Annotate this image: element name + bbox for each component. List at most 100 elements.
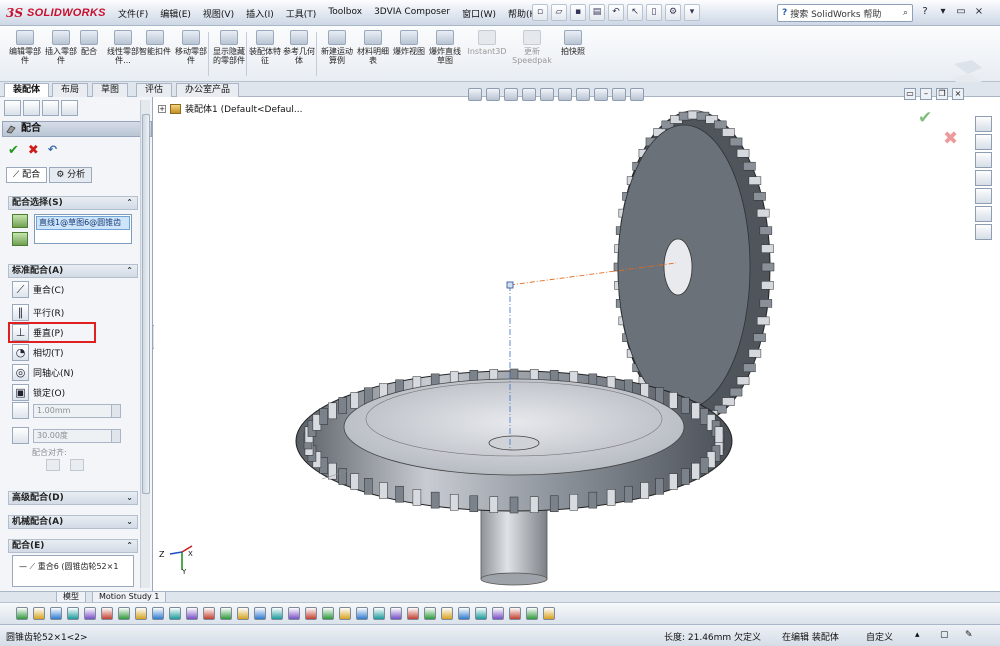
open-folder-icon[interactable]: ▱ [551,4,567,21]
undo-icon[interactable]: ↶ [48,143,57,158]
options-icon[interactable]: ⚙ [665,4,681,21]
explode-line-sketch-button[interactable]: 爆炸直线草图 [426,30,464,65]
toolbar-button-icon[interactable] [356,607,368,620]
panel-scrollbar[interactable] [140,100,150,588]
instant3d-button[interactable]: Instant3D [464,30,510,56]
close-icon[interactable]: × [972,5,986,19]
toolbar-button-icon[interactable] [203,607,215,620]
menu-window[interactable]: 窗口(W) [456,7,502,20]
select-icon[interactable]: ↖ [627,4,643,21]
appearance-tab-icon[interactable] [61,100,78,116]
home-icon[interactable] [975,134,992,150]
apply-scene-icon[interactable] [612,88,626,101]
undo-icon[interactable]: ↶ [608,4,624,21]
advanced-mates-group[interactable]: 高级配合(D) ⌄ [8,491,138,505]
save-icon[interactable]: ▪ [570,4,586,21]
toolbar-button-icon[interactable] [169,607,181,620]
standard-mates-group[interactable]: 标准配合(A) ⌃ [8,264,138,278]
toolbar-button-icon[interactable] [67,607,79,620]
confirm-corner-ok-icon[interactable]: ✔ [918,108,932,128]
customize-icon[interactable]: ▾ [684,4,700,21]
restore-icon[interactable]: ▭ [954,5,968,19]
distance-icon[interactable] [12,402,29,419]
section-view-icon[interactable] [522,88,536,101]
lock-mate-option[interactable]: ▣ 锁定(O) [12,384,65,401]
rebuild-icon[interactable]: ▯ [646,4,662,21]
mate-button[interactable]: 配合 [72,30,106,56]
tab-layout[interactable]: 布局 [52,83,89,97]
confirm-corner-cancel-icon[interactable]: ✖ [943,128,958,149]
property-manager-tab-icon[interactable] [23,100,40,116]
tab-assembly[interactable]: 装配体 [4,83,50,97]
toolbar-button-icon[interactable] [305,607,317,620]
toolbar-button-icon[interactable] [390,607,402,620]
search-icon[interactable]: ⌕ [903,8,908,18]
toolbar-button-icon[interactable] [339,607,351,620]
tab-sketch[interactable]: 草图 [92,83,129,97]
expand-icon[interactable]: + [158,104,166,113]
horizontal-bevel-gear[interactable] [295,368,733,514]
show-hidden-components-button[interactable]: 显示隐藏的零部件 [210,30,248,65]
tangent-mate-option[interactable]: ◔ 相切(T) [12,344,64,361]
toolbar-button-icon[interactable] [509,607,521,620]
menu-toolbox[interactable]: Toolbox [322,7,368,20]
toolbar-button-icon[interactable] [526,607,538,620]
close-icon[interactable]: × [952,88,964,100]
coincident-mate-option[interactable]: ⟋ 重合(C) [12,281,64,298]
mates-list-group[interactable]: 配合(E) ⌃ [8,539,138,553]
exploded-view-button[interactable]: 爆炸视图 [390,30,428,56]
toolbar-button-icon[interactable] [458,607,470,620]
feature-tree-tab-icon[interactable] [4,100,21,116]
toolbar-button-icon[interactable] [237,607,249,620]
aligned-icon[interactable] [46,459,60,471]
toolbar-button-icon[interactable] [322,607,334,620]
tab-office-products[interactable]: 办公室产品 [176,83,240,97]
edit-component-button[interactable]: 编辑零部件 [6,30,44,65]
new-motion-study-button[interactable]: 新建运动算例 [318,30,356,65]
toolbar-button-icon[interactable] [271,607,283,620]
menu-file[interactable]: 文件(F) [112,7,154,20]
menu-3dvia-composer[interactable]: 3DVIA Composer [368,7,456,20]
toolbar-button-icon[interactable] [101,607,113,620]
menu-edit[interactable]: 编辑(E) [154,7,197,20]
help-search-input[interactable]: 搜索 SolidWorks 帮助 [790,7,881,20]
hide-show-items-icon[interactable] [576,88,590,101]
tab-mates[interactable]: ⟋ 配合 [6,167,48,183]
mate-selection-list[interactable]: 直线1@草图6@圆锥齿 [34,214,132,244]
angle-field[interactable]: 30.00度 [33,428,121,443]
toolbar-button-icon[interactable] [254,607,266,620]
mates-list[interactable]: — ⟋ 重合6 (圆锥齿轮52×1 [12,555,134,587]
cancel-x-icon[interactable]: ✖ [28,143,39,158]
toolbar-button-icon[interactable] [441,607,453,620]
vertical-bevel-gear[interactable] [613,110,775,424]
menu-tools[interactable]: 工具(T) [280,7,323,20]
multiple-mate-icon[interactable] [12,232,28,246]
new-document-icon[interactable]: ▫ [532,4,548,21]
display-style-icon[interactable] [558,88,572,101]
linear-pattern-button[interactable]: 线性零部件... [104,30,142,65]
tile-icon[interactable]: ▭ [904,88,916,100]
units-dropdown-icon[interactable]: ▴ [915,630,920,640]
custom-properties-icon[interactable] [975,224,992,240]
anti-aligned-icon[interactable] [70,459,84,471]
take-snapshot-button[interactable]: 拍快照 [554,30,592,56]
toolbar-button-icon[interactable] [118,607,130,620]
toolbar-button-icon[interactable] [475,607,487,620]
help-search-box[interactable]: ? 搜索 SolidWorks 帮助 ⌕ [777,4,913,22]
distance-field[interactable]: 1.00mm [33,403,121,418]
ok-checkmark-icon[interactable]: ✔ [8,143,19,158]
toolbar-button-icon[interactable] [84,607,96,620]
edit-note-icon[interactable]: ✎ [965,630,973,640]
toolbar-button-icon[interactable] [135,607,147,620]
edit-appearance-icon[interactable] [594,88,608,101]
minimize-icon[interactable]: – [920,88,932,100]
appearances-icon[interactable] [975,206,992,222]
solidworks-resources-icon[interactable] [975,116,992,132]
toolbar-button-icon[interactable] [543,607,555,620]
reference-geometry-button[interactable]: 参考几何体 [280,30,318,65]
assembly-features-button[interactable]: 装配体特征 [246,30,284,65]
print-icon[interactable]: ▤ [589,4,605,21]
tab-evaluate[interactable]: 评估 [136,83,173,97]
zoom-to-fit-icon[interactable] [468,88,482,101]
smart-fasteners-button[interactable]: 智能扣件 [138,30,172,56]
